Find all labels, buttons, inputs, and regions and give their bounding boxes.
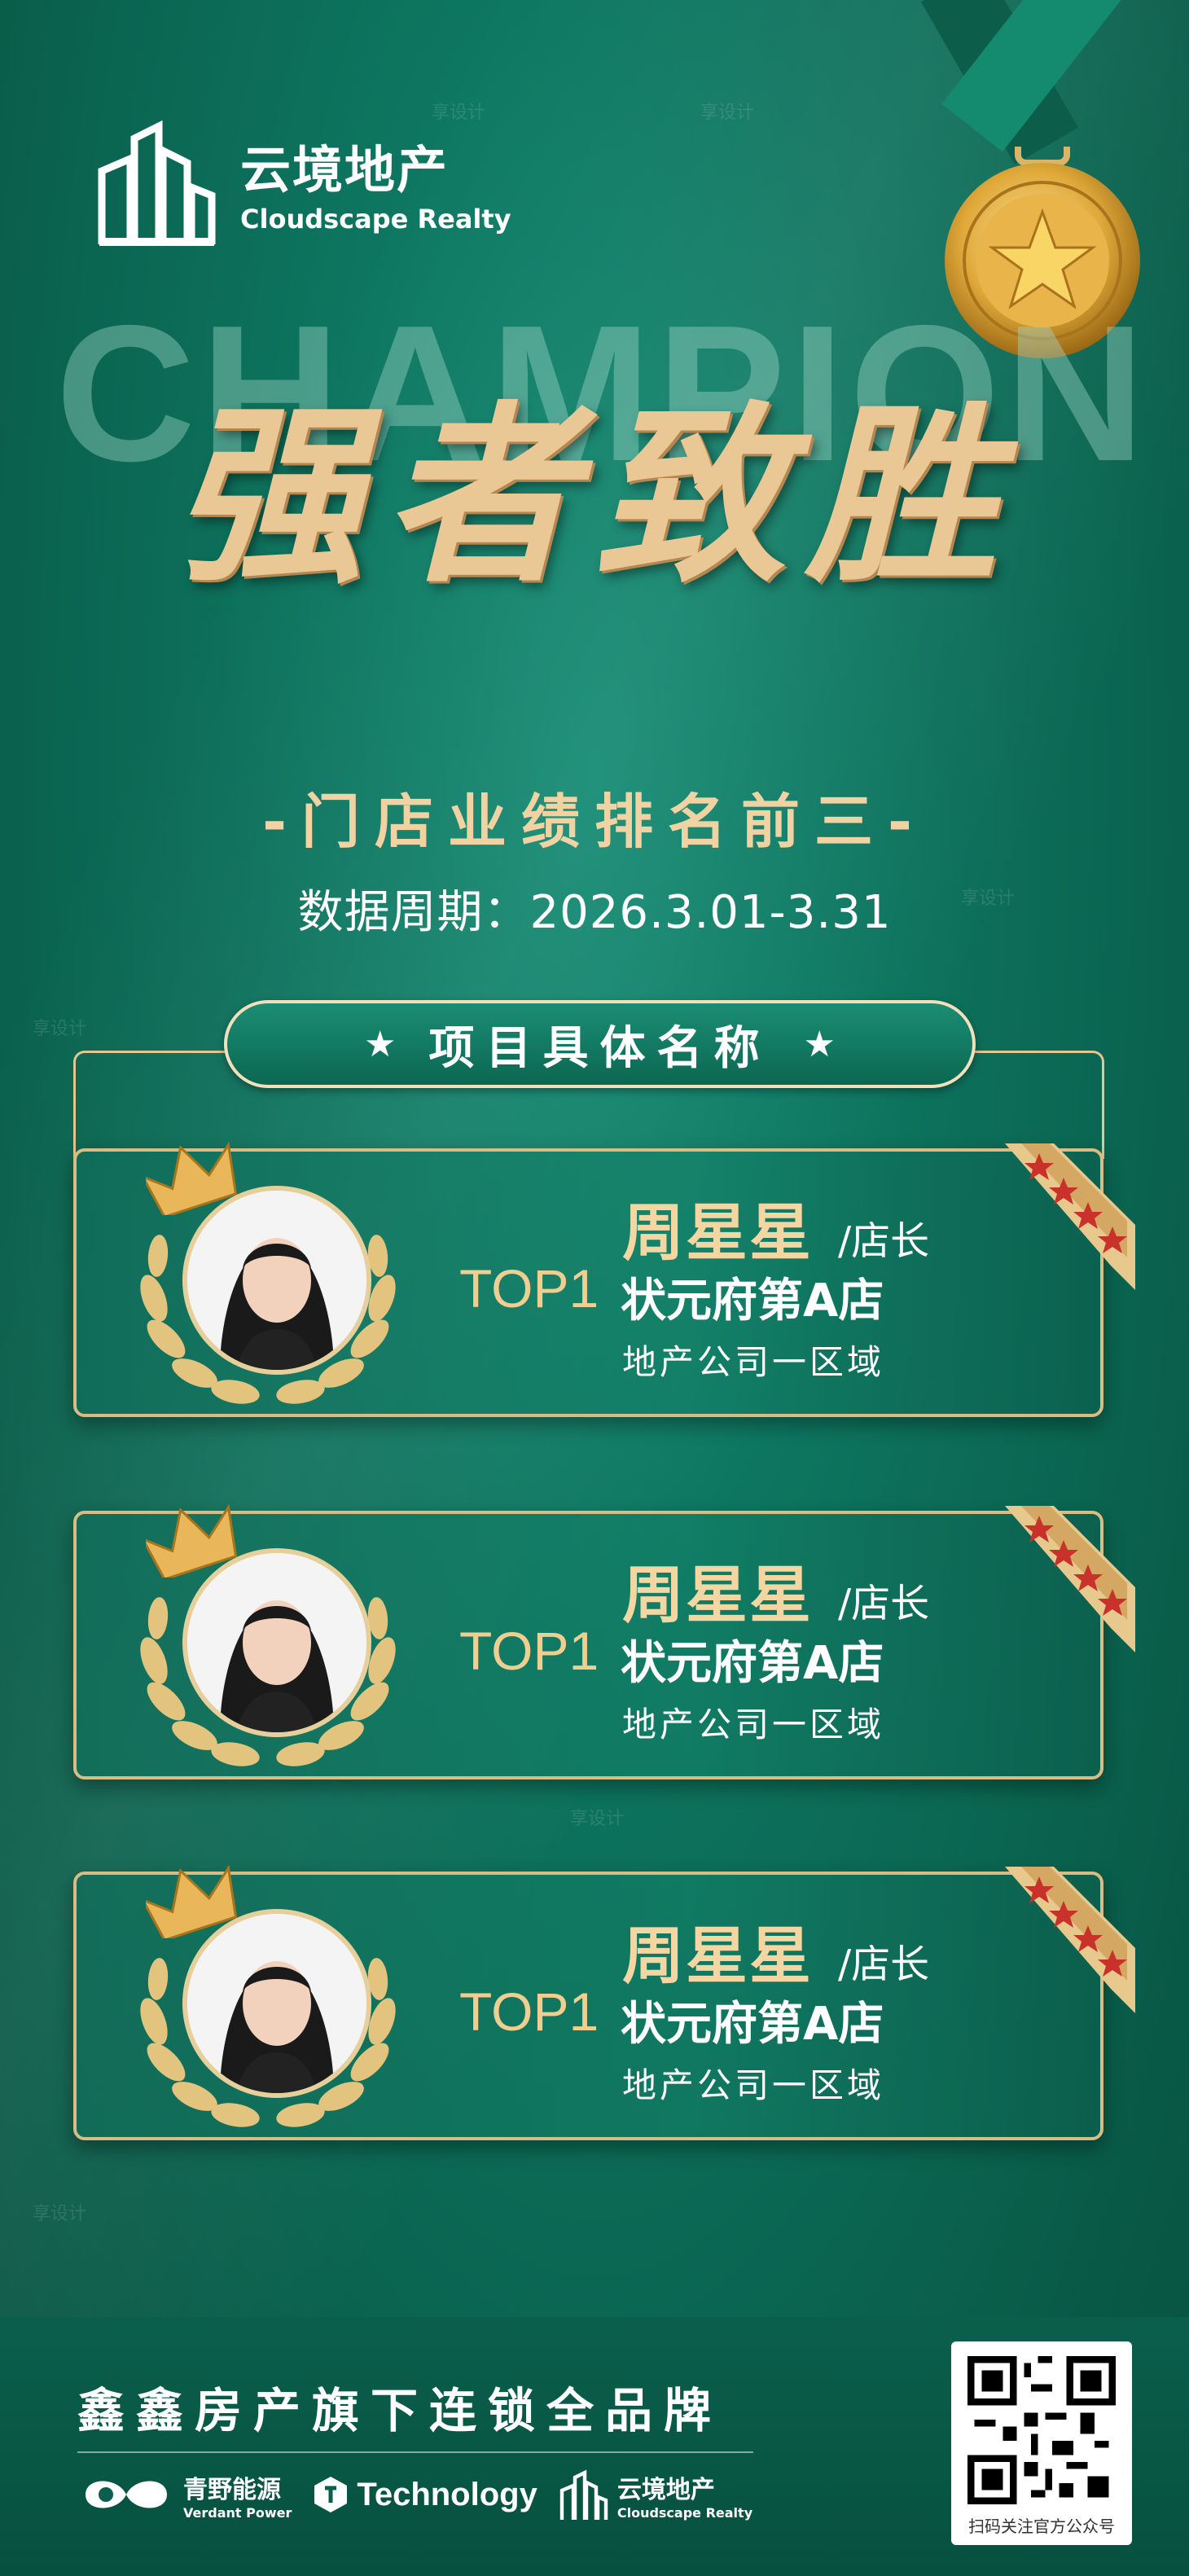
rank-label: TOP1	[459, 1981, 599, 2042]
building-logo-icon	[559, 2469, 608, 2520]
region-name: 地产公司一区域	[622, 2065, 885, 2105]
person-role: /店长	[838, 1218, 930, 1264]
partner-name-cn: 云境地产	[616, 2475, 715, 2504]
star-ribbon-badge-icon	[1005, 1867, 1135, 2013]
region-name: 地产公司一区域	[622, 1705, 885, 1744]
ranking-card: TOP1 周星星 /店长 状元府第A店 地产公司一区域	[73, 1142, 1135, 1417]
star-icon: ★	[364, 1023, 397, 1065]
brand-name-cn: 云境地产	[240, 139, 450, 200]
partner-logo-cloudscape: 云境地产 Cloudscape Realty	[559, 2468, 752, 2521]
person-role: /店长	[838, 1942, 930, 1987]
person-portrait-icon	[187, 1914, 366, 2093]
partner-name-cn: 青野能源	[183, 2475, 281, 2504]
section-title-pill: ★ 项目具体名称 ★	[224, 1000, 976, 1088]
partner-name-technology: Technology	[357, 2476, 537, 2512]
crown-icon	[146, 1142, 238, 1215]
building-logo-icon	[98, 120, 216, 246]
partner-name-en: Cloudscape Realty	[616, 2504, 753, 2521]
partner-logo-technology: Technology	[313, 2475, 537, 2514]
store-name: 状元府第A店	[621, 1998, 884, 2051]
crown-icon	[146, 1504, 238, 1578]
brand-name-en: Cloudscape Realty	[240, 203, 511, 235]
ranking-card: TOP1 周星星 /店长 状元府第A店 地产公司一区域	[73, 1504, 1135, 1780]
person-portrait-icon	[187, 1191, 366, 1370]
region-name: 地产公司一区域	[622, 1342, 885, 1382]
hexagon-icon	[314, 2477, 348, 2512]
rank-label: TOP1	[459, 1258, 599, 1319]
partner-logos: 青野能源 Verdant Power Technology 云境地产 Cloud…	[77, 2468, 752, 2521]
watermark: 享设计	[33, 2204, 87, 2224]
person-portrait-icon	[187, 1553, 366, 1732]
brand-header: 云境地产 Cloudscape Realty	[98, 114, 511, 248]
rank-label: TOP1	[459, 1621, 599, 1681]
watermark: 享设计	[700, 103, 755, 123]
person-role: /店长	[838, 1581, 930, 1626]
infinity-leaf-icon	[86, 2481, 167, 2508]
ranking-card: TOP1 周星星 /店长 状元府第A店 地产公司一区域	[73, 1865, 1135, 2140]
qr-code-icon	[967, 2356, 1116, 2504]
star-ribbon-badge-icon	[1005, 1506, 1135, 1652]
star-ribbon-badge-icon	[1005, 1143, 1135, 1290]
qr-code[interactable]: 扫码关注官方公众号	[951, 2341, 1132, 2545]
partner-logo-verdant: 青野能源 Verdant Power	[77, 2469, 292, 2521]
store-name: 状元府第A店	[621, 1275, 884, 1327]
data-period: 数据周期：2026.3.01-3.31	[297, 886, 892, 939]
crown-icon	[146, 1865, 238, 1938]
person-name: 周星星	[622, 1196, 813, 1269]
watermark: 享设计	[33, 1019, 87, 1039]
person-name: 周星星	[622, 1920, 813, 1992]
headline: 强者致胜	[173, 384, 1016, 608]
footer-divider	[77, 2451, 753, 2453]
footer: 鑫鑫房产旗下连锁全品牌 青野能源 Verdant Power Technolog…	[0, 2317, 1189, 2576]
person-name: 周星星	[622, 1559, 813, 1631]
store-name: 状元府第A店	[621, 1637, 884, 1690]
star-icon: ★	[803, 1023, 836, 1065]
watermark: 享设计	[570, 1809, 625, 1829]
subtitle: -门店业绩排名前三-	[262, 788, 927, 856]
qr-caption: 扫码关注官方公众号	[968, 2517, 1115, 2536]
partner-name-en: Verdant Power	[183, 2504, 292, 2521]
footer-slogan: 鑫鑫房产旗下连锁全品牌	[77, 2383, 723, 2438]
section-title: 项目具体名称	[428, 1021, 771, 1075]
